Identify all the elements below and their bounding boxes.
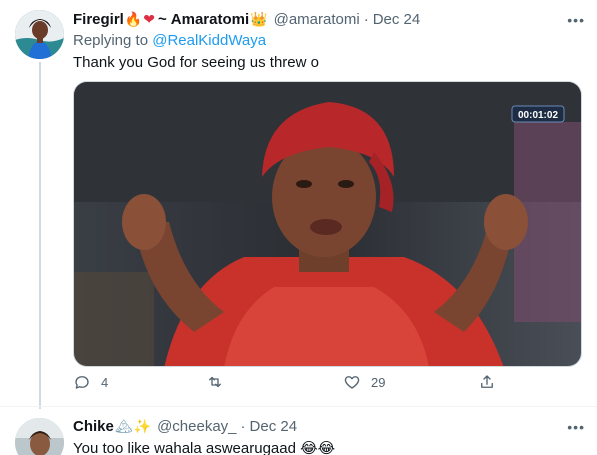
reply-button[interactable]: 4 xyxy=(73,373,108,391)
crown-emoji-icon: 👑 xyxy=(250,12,268,28)
avatar-image xyxy=(15,10,64,59)
heart-icon xyxy=(344,376,360,389)
display-name[interactable]: Firegirl xyxy=(73,10,124,30)
replying-to: Replying to @RealKiddWaya xyxy=(73,31,587,51)
retweet-button[interactable] xyxy=(206,373,234,391)
tweet-date[interactable]: Dec 24 xyxy=(250,417,298,437)
display-name-tilde: ~ xyxy=(158,11,167,28)
user-handle[interactable]: @cheekay_ xyxy=(157,417,236,437)
mountain-emoji-icon: 🏔 xyxy=(114,419,133,435)
tweet-media-video[interactable]: 00:01:02 xyxy=(73,81,582,367)
tweet-header: Chike 🏔 ✨ @cheekay_ · Dec 24 xyxy=(73,417,587,437)
user-handle[interactable]: @amaratomi xyxy=(274,10,360,30)
red-heart-emoji-icon: ❤ xyxy=(143,12,156,28)
video-timer: 00:01:02 xyxy=(518,110,558,121)
display-name[interactable]: Chike xyxy=(73,417,114,437)
reply-count: 4 xyxy=(101,374,109,390)
separator-dot: · xyxy=(363,11,369,28)
separator-dot: · xyxy=(240,418,246,435)
like-count: 29 xyxy=(371,374,386,390)
more-options-icon[interactable]: ••• xyxy=(567,12,585,28)
tweet-reply[interactable]: Chike 🏔 ✨ @cheekay_ · Dec 24 ••• You too… xyxy=(73,417,587,455)
avatar[interactable] xyxy=(15,10,64,59)
share-icon xyxy=(481,375,493,388)
thread-connector-line xyxy=(39,62,41,409)
sparkles-emoji-icon: ✨ xyxy=(133,419,152,435)
avatar-image xyxy=(15,418,64,455)
share-button[interactable] xyxy=(478,373,496,391)
reply-icon xyxy=(75,376,89,389)
more-options-icon[interactable]: ••• xyxy=(567,419,585,435)
tweet-divider xyxy=(0,406,597,407)
avatar[interactable] xyxy=(15,418,64,455)
tweet-text: You too like wahala aswearugaad 😂😂 xyxy=(73,440,336,455)
display-name-second[interactable]: Amaratomi xyxy=(171,10,249,30)
fire-emoji-icon: 🔥 xyxy=(124,12,143,28)
retweet-icon xyxy=(209,376,221,388)
replying-to-mention[interactable]: @RealKiddWaya xyxy=(152,32,266,49)
like-button[interactable]: 29 xyxy=(343,373,385,391)
video-frame-image: 00:01:02 xyxy=(74,82,581,366)
tweet-date[interactable]: Dec 24 xyxy=(373,10,421,30)
tweet-actions: 4 29 xyxy=(73,373,503,401)
replying-to-label: Replying to xyxy=(73,32,153,49)
tweet-main[interactable]: Firegirl 🔥 ❤ ~ Amaratomi 👑 @amaratomi · … xyxy=(73,10,587,73)
tweet-text: Thank you God for seeing us threw o xyxy=(73,54,319,71)
tweet-header: Firegirl 🔥 ❤ ~ Amaratomi 👑 @amaratomi · … xyxy=(73,10,587,30)
